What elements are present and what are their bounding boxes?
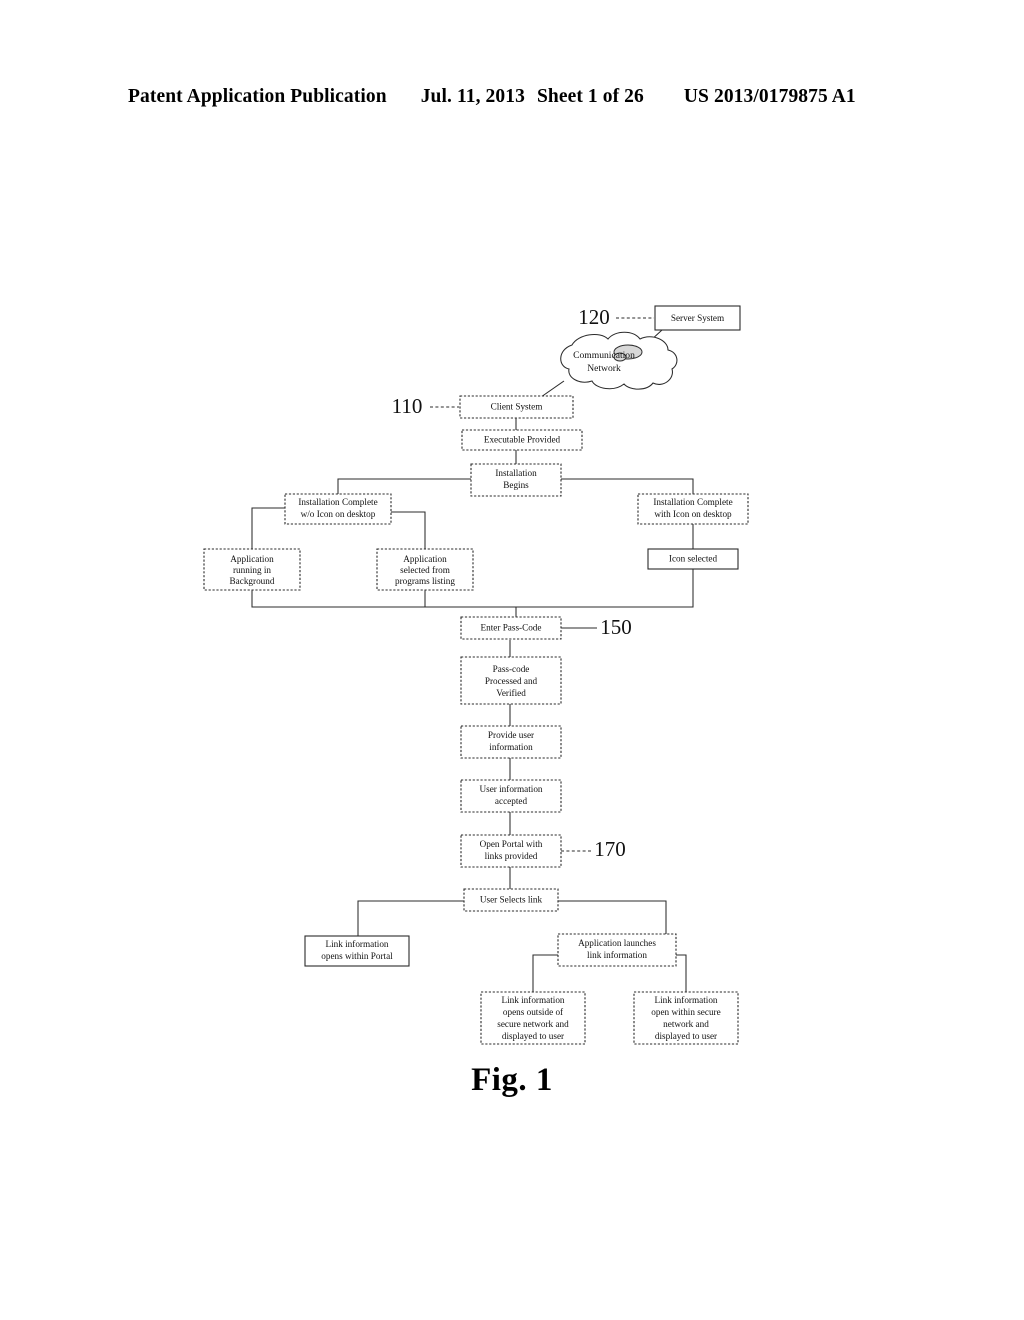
node-installation-begins: Installation Begins	[470, 463, 562, 497]
node-install-with-icon-line2: with Icon on desktop	[654, 509, 732, 519]
node-provide-user-information: Provide user information	[460, 725, 562, 759]
node-passcode-verified-line1: Pass-code	[493, 664, 530, 674]
node-app-background-line3: Background	[230, 576, 275, 586]
node-icon-selected: Icon selected	[647, 548, 739, 570]
node-icon-selected-label: Icon selected	[669, 554, 718, 564]
node-user-info-accepted-line2: accepted	[495, 796, 528, 806]
node-installation-begins-line1: Installation	[495, 468, 537, 478]
node-link-opens-within-secure: Link information open within secure netw…	[633, 991, 739, 1045]
node-link-outside-line2: opens outside of	[503, 1007, 564, 1017]
node-link-within-portal-line1: Link information	[325, 939, 388, 949]
node-passcode-verified: Pass-code Processed and Verified	[460, 656, 562, 705]
node-application-launches-link: Application launches link information	[557, 933, 677, 967]
node-installation-complete-no-icon: Installation Complete w/o Icon on deskto…	[284, 493, 392, 525]
node-user-information-accepted: User information accepted	[460, 779, 562, 813]
connector-install-right	[561, 478, 694, 494]
ref-numeral-120: 120	[578, 305, 610, 329]
node-provide-user-info-line1: Provide user	[488, 730, 534, 740]
connector-launch-outside	[532, 954, 558, 992]
node-link-outside-line1: Link information	[501, 995, 564, 1005]
node-client-system-label: Client System	[491, 402, 543, 412]
connector-background-passcode	[251, 590, 517, 617]
node-open-portal: Open Portal with links provided	[460, 834, 562, 868]
node-link-inside-line2: open within secure	[651, 1007, 720, 1017]
node-server-system-label: Server System	[671, 313, 724, 323]
node-user-selects-link: User Selects link	[463, 888, 559, 912]
node-installation-begins-line2: Begins	[503, 480, 529, 490]
node-passcode-verified-line3: Verified	[496, 688, 526, 698]
node-install-with-icon-line1: Installation Complete	[653, 497, 732, 507]
ref-numeral-150: 150	[600, 615, 632, 639]
node-link-within-portal-line2: opens within Portal	[321, 951, 393, 961]
node-client-system: Client System	[459, 395, 574, 419]
node-install-no-icon-line2: w/o Icon on desktop	[301, 509, 376, 519]
node-app-programs-line1: Application	[403, 554, 447, 564]
node-enter-passcode: Enter Pass-Code	[460, 616, 562, 640]
node-link-opens-outside-secure: Link information opens outside of secure…	[480, 991, 586, 1045]
node-executable-provided-label: Executable Provided	[484, 435, 561, 445]
communication-network-cloud: Communication Network	[560, 331, 678, 390]
node-app-background-line2: running in	[233, 565, 271, 575]
node-app-launches-line1: Application launches	[578, 938, 656, 948]
node-provide-user-info-line2: information	[489, 742, 533, 752]
ref-numeral-170: 170	[594, 837, 626, 861]
node-app-launches-line2: link information	[587, 950, 647, 960]
node-link-inside-line4: displayed to user	[655, 1031, 717, 1041]
node-link-inside-line3: network and	[663, 1019, 709, 1029]
node-application-running-background: Application running in Background	[203, 548, 301, 591]
node-link-inside-line1: Link information	[654, 995, 717, 1005]
connector-install-left	[337, 478, 471, 494]
connector-cloud-client	[540, 380, 565, 398]
node-enter-passcode-label: Enter Pass-Code	[481, 623, 542, 633]
flowchart-diagram: Communication Network 120 110 150 170 Se…	[203, 305, 749, 1045]
connector-selects-portal-link	[357, 900, 464, 936]
patent-page: Patent Application Publication Jul. 11, …	[0, 0, 1024, 1320]
node-link-outside-line4: displayed to user	[502, 1031, 564, 1041]
cloud-label-line1: Communication	[573, 350, 635, 361]
node-app-programs-line3: programs listing	[395, 576, 455, 586]
node-installation-complete-with-icon: Installation Complete with Icon on deskt…	[637, 493, 749, 525]
connector-iconselected-passcode	[516, 569, 694, 608]
node-app-background-line1: Application	[230, 554, 274, 564]
node-link-outside-line3: secure network and	[497, 1019, 569, 1029]
figure-caption: Fig. 1	[471, 1062, 553, 1098]
node-link-opens-within-portal: Link information opens within Portal	[304, 935, 410, 967]
node-user-info-accepted-line1: User information	[479, 784, 542, 794]
node-install-no-icon-line1: Installation Complete	[298, 497, 377, 507]
node-server-system: Server System	[654, 305, 741, 331]
ref-numeral-110: 110	[392, 394, 423, 418]
node-user-selects-link-label: User Selects link	[480, 895, 543, 905]
node-passcode-verified-line2: Processed and	[485, 676, 538, 686]
node-open-portal-line2: links provided	[485, 851, 538, 861]
node-application-selected-programs: Application selected from programs listi…	[376, 548, 474, 591]
cloud-label-line2: Network	[587, 363, 621, 374]
node-executable-provided: Executable Provided	[461, 429, 583, 451]
connector-selects-app-launch	[558, 900, 667, 934]
connector-noicon-background	[251, 507, 285, 549]
connector-noicon-programs	[391, 511, 426, 549]
connector-launch-inside	[676, 954, 687, 992]
node-open-portal-line1: Open Portal with	[480, 839, 543, 849]
node-app-programs-line2: selected from	[400, 565, 450, 575]
